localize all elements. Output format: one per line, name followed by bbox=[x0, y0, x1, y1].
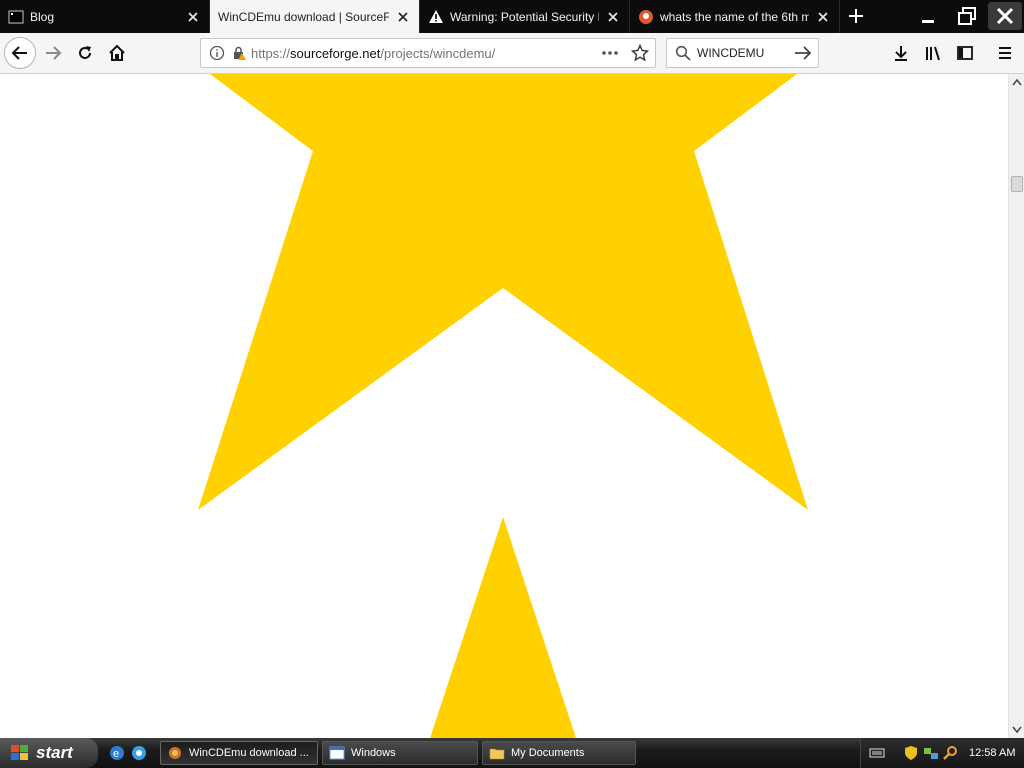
duckduckgo-icon bbox=[638, 9, 654, 25]
url-text: https://sourceforge.net/projects/wincdem… bbox=[251, 46, 495, 61]
tab-search-month[interactable]: whats the name of the 6th month bbox=[630, 0, 840, 33]
downloads-button[interactable] bbox=[886, 38, 916, 68]
tab-label: WinCDEmu download | SourceForge.net bbox=[218, 9, 389, 24]
scroll-down-arrow[interactable] bbox=[1009, 722, 1024, 738]
search-tray-icon[interactable] bbox=[943, 745, 959, 761]
url-path: /projects/wincdemu/ bbox=[380, 45, 496, 61]
firefox-icon bbox=[167, 745, 183, 761]
chevron-down-icon bbox=[1012, 726, 1022, 734]
tab-blog[interactable]: Blog bbox=[0, 0, 210, 33]
url-host: sourceforge.net bbox=[290, 45, 381, 61]
arrow-left-icon bbox=[11, 46, 27, 60]
tab-label: whats the name of the 6th month bbox=[660, 9, 809, 24]
reload-button[interactable] bbox=[70, 38, 100, 68]
navigation-toolbar: https://sourceforge.net/projects/wincdem… bbox=[0, 33, 1024, 74]
yellow-star-shape bbox=[198, 74, 808, 510]
taskbar-clock: 12:58 AM bbox=[969, 747, 1016, 759]
search-icon bbox=[675, 45, 691, 61]
back-button[interactable] bbox=[4, 37, 36, 69]
close-window-button[interactable] bbox=[988, 2, 1022, 30]
system-tray: 12:58 AM bbox=[860, 738, 1024, 768]
browser-tab-strip: Blog WinCDEmu download | SourceForge.net… bbox=[0, 0, 1024, 33]
sidebar-button[interactable] bbox=[950, 38, 980, 68]
page-graphic bbox=[198, 74, 808, 738]
go-arrow-icon[interactable] bbox=[794, 45, 812, 61]
taskbar-item-label: My Documents bbox=[511, 747, 585, 759]
hamburger-menu-icon bbox=[999, 47, 1011, 59]
close-icon[interactable] bbox=[605, 9, 621, 25]
shield-icon[interactable] bbox=[903, 745, 919, 761]
start-label: start bbox=[36, 743, 73, 762]
folder-icon bbox=[489, 745, 505, 761]
taskbar-item-wincdemu[interactable]: WinCDEmu download ... bbox=[160, 741, 318, 765]
warning-icon bbox=[428, 9, 444, 25]
library-icon bbox=[926, 46, 940, 61]
windows-taskbar: start e WinCDEmu download ... Windows My… bbox=[0, 738, 1024, 768]
restore-icon bbox=[958, 7, 976, 25]
download-icon bbox=[895, 46, 907, 61]
tab-label: Warning: Potential Security Risk Ahead bbox=[450, 9, 599, 24]
network-icon[interactable] bbox=[923, 745, 939, 761]
home-icon bbox=[109, 44, 125, 61]
close-icon[interactable] bbox=[395, 9, 411, 25]
close-icon bbox=[996, 7, 1014, 25]
url-bar[interactable]: https://sourceforge.net/projects/wincdem… bbox=[200, 38, 656, 68]
arrow-right-icon bbox=[46, 46, 62, 60]
window-icon bbox=[329, 745, 345, 761]
home-button[interactable] bbox=[102, 38, 132, 68]
taskbar-item-label: Windows bbox=[351, 747, 396, 759]
taskbar-item-my-documents[interactable]: My Documents bbox=[482, 741, 636, 765]
page-actions-icon[interactable] bbox=[601, 45, 619, 61]
svg-text:e: e bbox=[113, 748, 119, 760]
close-icon[interactable] bbox=[185, 9, 201, 25]
plus-icon bbox=[849, 9, 863, 23]
chevron-up-icon bbox=[1012, 78, 1022, 86]
minimize-button[interactable] bbox=[913, 2, 943, 30]
lock-warning-icon[interactable] bbox=[231, 45, 247, 61]
page-content bbox=[0, 74, 1008, 738]
ie-quicklaunch-icon[interactable]: e bbox=[108, 744, 126, 762]
vertical-scrollbar[interactable] bbox=[1008, 74, 1024, 738]
keyboard-icon[interactable] bbox=[869, 745, 885, 761]
bookmark-star-icon[interactable] bbox=[631, 44, 649, 62]
yellow-triangle-shape bbox=[430, 517, 576, 738]
url-prefix: https:// bbox=[251, 45, 291, 61]
new-tab-button[interactable] bbox=[842, 4, 870, 28]
terminal-icon bbox=[8, 9, 24, 25]
start-button[interactable]: start bbox=[0, 738, 98, 768]
tab-security-warning[interactable]: Warning: Potential Security Risk Ahead bbox=[420, 0, 630, 33]
taskbar-item-label: WinCDEmu download ... bbox=[189, 747, 309, 759]
tab-label: Blog bbox=[30, 9, 55, 24]
restore-button[interactable] bbox=[952, 2, 982, 30]
search-bar[interactable]: WINCDEMU bbox=[666, 38, 819, 68]
scroll-up-arrow[interactable] bbox=[1009, 74, 1024, 90]
windows-logo-icon bbox=[10, 744, 30, 762]
reload-icon bbox=[79, 46, 91, 59]
menu-button[interactable] bbox=[990, 38, 1020, 68]
scrollbar-thumb[interactable] bbox=[1011, 176, 1023, 192]
browser-quicklaunch-icon[interactable] bbox=[130, 744, 148, 762]
sidebar-icon bbox=[957, 46, 973, 60]
forward-button[interactable] bbox=[38, 38, 68, 68]
search-input[interactable]: WINCDEMU bbox=[697, 46, 794, 60]
minimize-icon bbox=[922, 20, 934, 23]
library-button[interactable] bbox=[918, 38, 948, 68]
close-icon[interactable] bbox=[815, 9, 831, 25]
taskbar-item-windows[interactable]: Windows bbox=[322, 741, 478, 765]
info-icon[interactable] bbox=[209, 45, 225, 61]
tab-wincdemu[interactable]: WinCDEmu download | SourceForge.net bbox=[210, 0, 420, 33]
